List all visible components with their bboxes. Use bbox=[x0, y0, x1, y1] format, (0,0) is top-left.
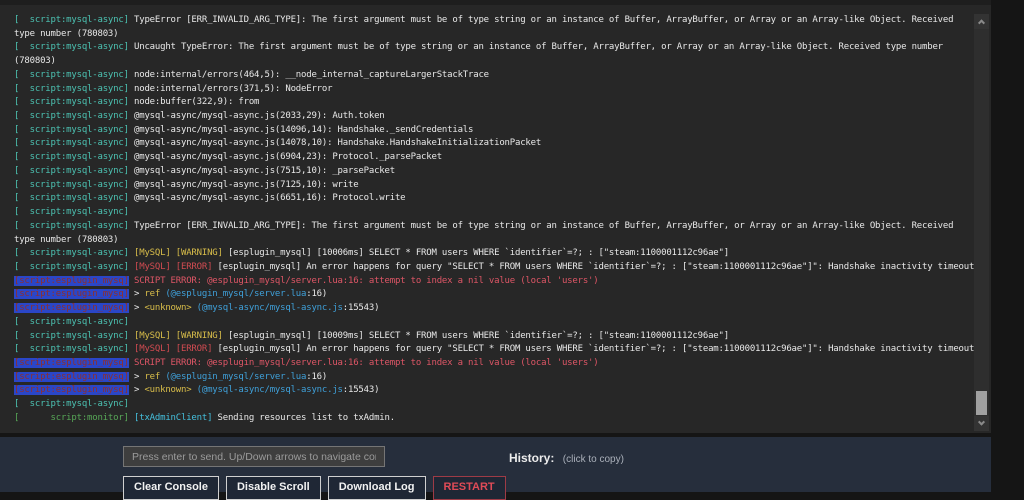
console-log-line: [script:esplugin_mysq] > ref (@esplugin_… bbox=[14, 288, 972, 302]
console-log-line: [script:esplugin_mysq] SCRIPT ERROR: @es… bbox=[14, 357, 972, 371]
console-log-line: [ script:mysql-async] TypeError [ERR_INV… bbox=[14, 14, 972, 28]
console-log-line: [ script:mysql-async] @mysql-async/mysql… bbox=[14, 151, 972, 165]
console-log-line: (780803) bbox=[14, 55, 972, 69]
disable-scroll-button[interactable]: Disable Scroll bbox=[226, 476, 321, 500]
scroll-down-button[interactable] bbox=[974, 416, 989, 431]
console-log-line: [ script:mysql-async] [MySQL] [ERROR] [e… bbox=[14, 261, 972, 275]
console-log-line: [ script:mysql-async] @mysql-async/mysql… bbox=[14, 165, 972, 179]
console-log-line: [script:esplugin_mysq] > ref (@esplugin_… bbox=[14, 371, 972, 385]
console-log-line: [ script:mysql-async] [MySQL] [WARNING] … bbox=[14, 330, 972, 344]
clear-console-button[interactable]: Clear Console bbox=[123, 476, 219, 500]
restart-button[interactable]: RESTART bbox=[433, 476, 506, 500]
chevron-up-icon bbox=[978, 19, 985, 26]
download-log-button[interactable]: Download Log bbox=[328, 476, 426, 500]
console-log-line: type number (780803) bbox=[14, 234, 972, 248]
console-log-line: [ script:monitor] [txAdminClient] Sendin… bbox=[14, 412, 972, 426]
history-hint: (click to copy) bbox=[563, 454, 624, 465]
console-log-line: [script:esplugin_mysq] > <unknown> (@mys… bbox=[14, 302, 972, 316]
command-input[interactable] bbox=[123, 446, 385, 467]
console-log-line: [ script:mysql-async] node:internal/erro… bbox=[14, 69, 972, 83]
console-log-line: [ script:mysql-async] [MySQL] [WARNING] … bbox=[14, 247, 972, 261]
console-log-line: [ script:mysql-async] @mysql-async/mysql… bbox=[14, 137, 972, 151]
scrollbar-thumb[interactable] bbox=[976, 391, 987, 415]
live-console-panel: [ script:mysql-async] TypeError [ERR_INV… bbox=[0, 0, 991, 433]
console-footer: History: (click to copy) Clear Console D… bbox=[0, 437, 991, 492]
scroll-up-button[interactable] bbox=[974, 14, 989, 29]
console-log-line: [ script:mysql-async] bbox=[14, 206, 972, 220]
console-log-line: type number (780803) bbox=[14, 28, 972, 42]
console-log-line: [ script:mysql-async] Uncaught TypeError… bbox=[14, 41, 972, 55]
console-actions: Clear Console Disable Scroll Download Lo… bbox=[123, 476, 506, 500]
history-label: History: bbox=[509, 451, 554, 465]
console-log-line: [ script:mysql-async] TypeError [ERR_INV… bbox=[14, 220, 972, 234]
console-log-line: [ script:mysql-async] @mysql-async/mysql… bbox=[14, 110, 972, 124]
console-log-line: [ script:mysql-async] @mysql-async/mysql… bbox=[14, 179, 972, 193]
console-log-line: [ script:mysql-async] node:internal/erro… bbox=[14, 83, 972, 97]
console-log-line: [script:esplugin_mysq] SCRIPT ERROR: @es… bbox=[14, 275, 972, 289]
chevron-down-icon bbox=[978, 419, 985, 426]
console-log-line: [ script:mysql-async] bbox=[14, 398, 972, 412]
console-log-line: [ script:mysql-async] [MySQL] [ERROR] [e… bbox=[14, 343, 972, 357]
console-log-line: [ script:mysql-async] bbox=[14, 316, 972, 330]
console-log-line: [ script:mysql-async] @mysql-async/mysql… bbox=[14, 124, 972, 138]
console-output: [ script:mysql-async] TypeError [ERR_INV… bbox=[14, 14, 972, 426]
history-section[interactable]: History: (click to copy) bbox=[509, 449, 624, 467]
console-log-line: [ script:mysql-async] node:buffer(322,9)… bbox=[14, 96, 972, 110]
console-scrollbar[interactable] bbox=[974, 14, 989, 431]
console-log-line: [script:esplugin_mysq] > <unknown> (@mys… bbox=[14, 384, 972, 398]
console-log-line: [ script:mysql-async] @mysql-async/mysql… bbox=[14, 192, 972, 206]
